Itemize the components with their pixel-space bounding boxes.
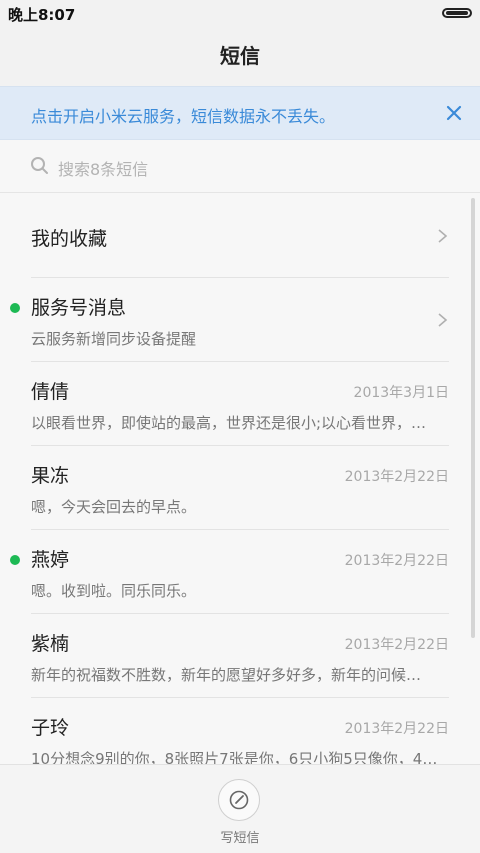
message-date: 2013年2月22日 [344,637,449,653]
conversation-row[interactable]: 燕婷 2013年2月22日 嗯。收到啦。同乐同乐。 [0,530,480,614]
scrollbar[interactable] [471,198,475,638]
status-bar: 晚上8:07 [0,0,480,26]
conversation-row[interactable]: 倩倩 2013年3月1日 以眼看世界，即使站的最高，世界还是很小;以心看世界，… [0,362,480,446]
search-icon [30,156,50,176]
title-bar: 短信 [0,26,480,86]
compose-label[interactable]: 写短信 [0,827,480,846]
search-input[interactable]: 搜索8条短信 [0,140,480,193]
message-date: 2013年2月22日 [344,721,449,737]
conversation-row[interactable]: 紫楠 2013年2月22日 新年的祝福数不胜数，新年的愿望好多好多，新年的问候… [0,614,480,698]
cloud-service-banner[interactable]: 点击开启小米云服务，短信数据永不丢失。 [0,86,480,140]
message-preview: 嗯。收到啦。同乐同乐。 [31,582,197,600]
message-preview: 新年的祝福数不胜数，新年的愿望好多好多，新年的问候… [31,666,422,684]
service-title: 服务号消息 [31,297,127,319]
message-preview: 10分想念9别的你，8张照片7张是你，6只小狗5只像你，4… [31,750,438,764]
favorites-label: 我的收藏 [31,228,108,250]
contact-name: 倩倩 [31,381,70,403]
search-placeholder: 搜索8条短信 [58,160,149,179]
bottom-bar: 写短信 [0,764,480,853]
conversation-row[interactable]: 子玲 2013年2月22日 10分想念9别的你，8张照片7张是你，6只小狗5只像… [0,698,480,764]
message-date: 2013年2月22日 [344,553,449,569]
contact-name: 子玲 [31,717,70,739]
banner-text[interactable]: 点击开启小米云服务，短信数据永不丢失。 [31,103,335,127]
conversation-row[interactable]: 果冻 2013年2月22日 嗯，今天会回去的早点。 [0,446,480,530]
contact-name: 燕婷 [31,549,70,571]
message-date: 2013年3月1日 [353,385,449,401]
battery-icon [442,8,472,18]
message-date: 2013年2月22日 [344,469,449,485]
page-title: 短信 [220,44,260,68]
chevron-right-icon [435,312,449,327]
message-preview: 嗯，今天会回去的早点。 [31,498,197,516]
contact-name: 果冻 [31,465,70,487]
conversation-list[interactable]: 我的收藏 服务号消息 云服务新增同步设备提醒 倩倩 2013年3月1日 以眼看世… [0,194,480,764]
favorites-row[interactable]: 我的收藏 [0,194,480,278]
contact-name: 紫楠 [31,633,70,655]
unread-dot [10,555,20,565]
unread-dot [10,303,20,313]
message-preview: 以眼看世界，即使站的最高，世界还是很小;以心看世界，… [31,414,427,432]
compose-icon [228,789,250,811]
service-subtitle: 云服务新增同步设备提醒 [31,330,197,348]
service-messages-row[interactable]: 服务号消息 云服务新增同步设备提醒 [0,278,480,362]
compose-button[interactable] [218,779,260,821]
close-icon[interactable] [442,101,466,125]
status-time: 晚上8:07 [8,6,76,24]
chevron-right-icon [435,228,449,243]
